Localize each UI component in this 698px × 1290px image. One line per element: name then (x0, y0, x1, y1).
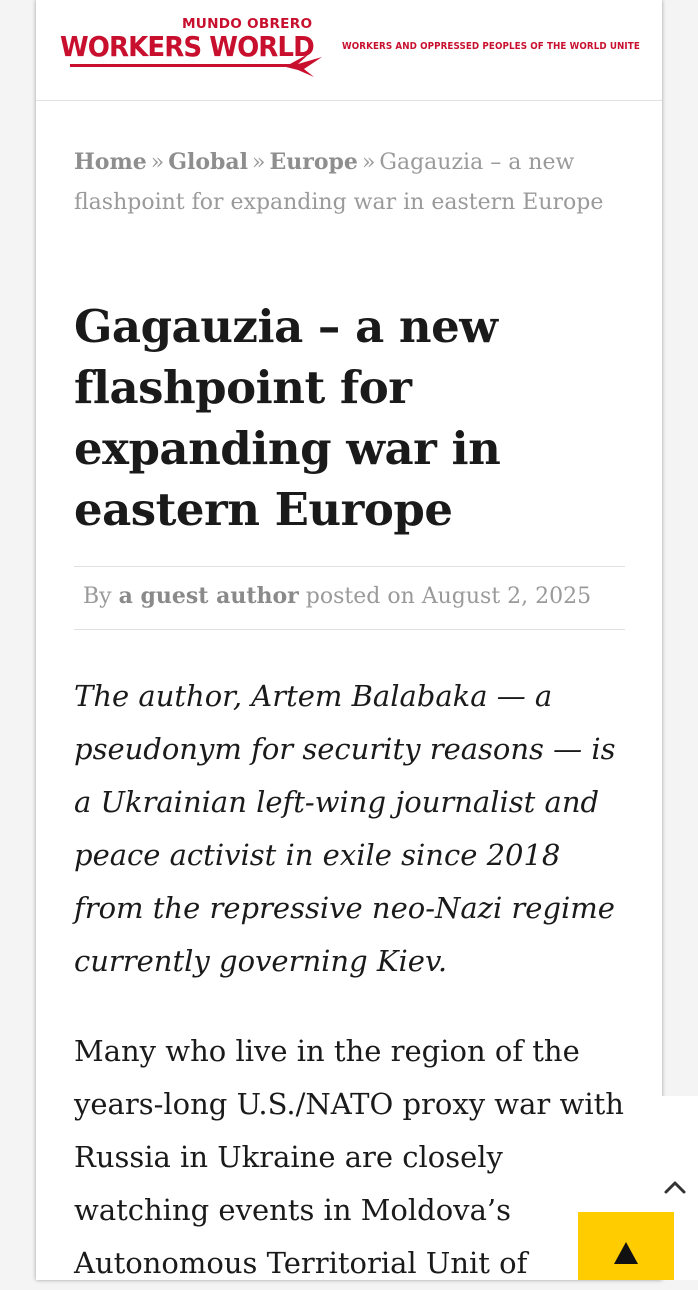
article-intro: The author, Artem Balabaka — a pseudonym… (74, 679, 616, 978)
breadcrumb-home[interactable]: Home (74, 149, 147, 175)
site-header: MUNDO OBRERO WORKERS WORLD WORKERS AND O… (36, 0, 662, 101)
scroll-up-button[interactable] (578, 1212, 674, 1280)
posted-on-label: posted on (305, 584, 415, 609)
byline-prefix: By (83, 584, 112, 609)
article-meta: By a guest author posted on August 2, 20… (74, 566, 625, 630)
breadcrumb-separator: » (361, 150, 376, 175)
article-title: Gagauzia – a new flashpoint for expandin… (74, 300, 501, 536)
article-paragraph: Many who live in the region of the years… (74, 1034, 624, 1280)
site-logo[interactable]: MUNDO OBRERO WORKERS WORLD (60, 17, 330, 77)
author-link[interactable]: a guest author (119, 583, 299, 609)
breadcrumb: Home» Global» Europe» Gagauzia – a new flas… (74, 142, 624, 223)
article-page: MUNDO OBRERO WORKERS WORLD WORKERS AND O… (36, 0, 662, 1280)
chevron-up-icon (664, 1181, 686, 1194)
breadcrumb-global[interactable]: Global (168, 149, 248, 175)
post-date: August 2, 2025 (421, 584, 592, 609)
site-tagline: WORKERS AND OPPRESSED PEOPLES OF THE WOR… (342, 41, 640, 52)
logo-title: WORKERS WORLD (60, 30, 315, 63)
breadcrumb-separator: » (150, 150, 165, 175)
breadcrumb-europe[interactable]: Europe (270, 149, 358, 175)
triangle-up-icon (614, 1242, 638, 1264)
breadcrumb-separator: » (252, 150, 266, 175)
